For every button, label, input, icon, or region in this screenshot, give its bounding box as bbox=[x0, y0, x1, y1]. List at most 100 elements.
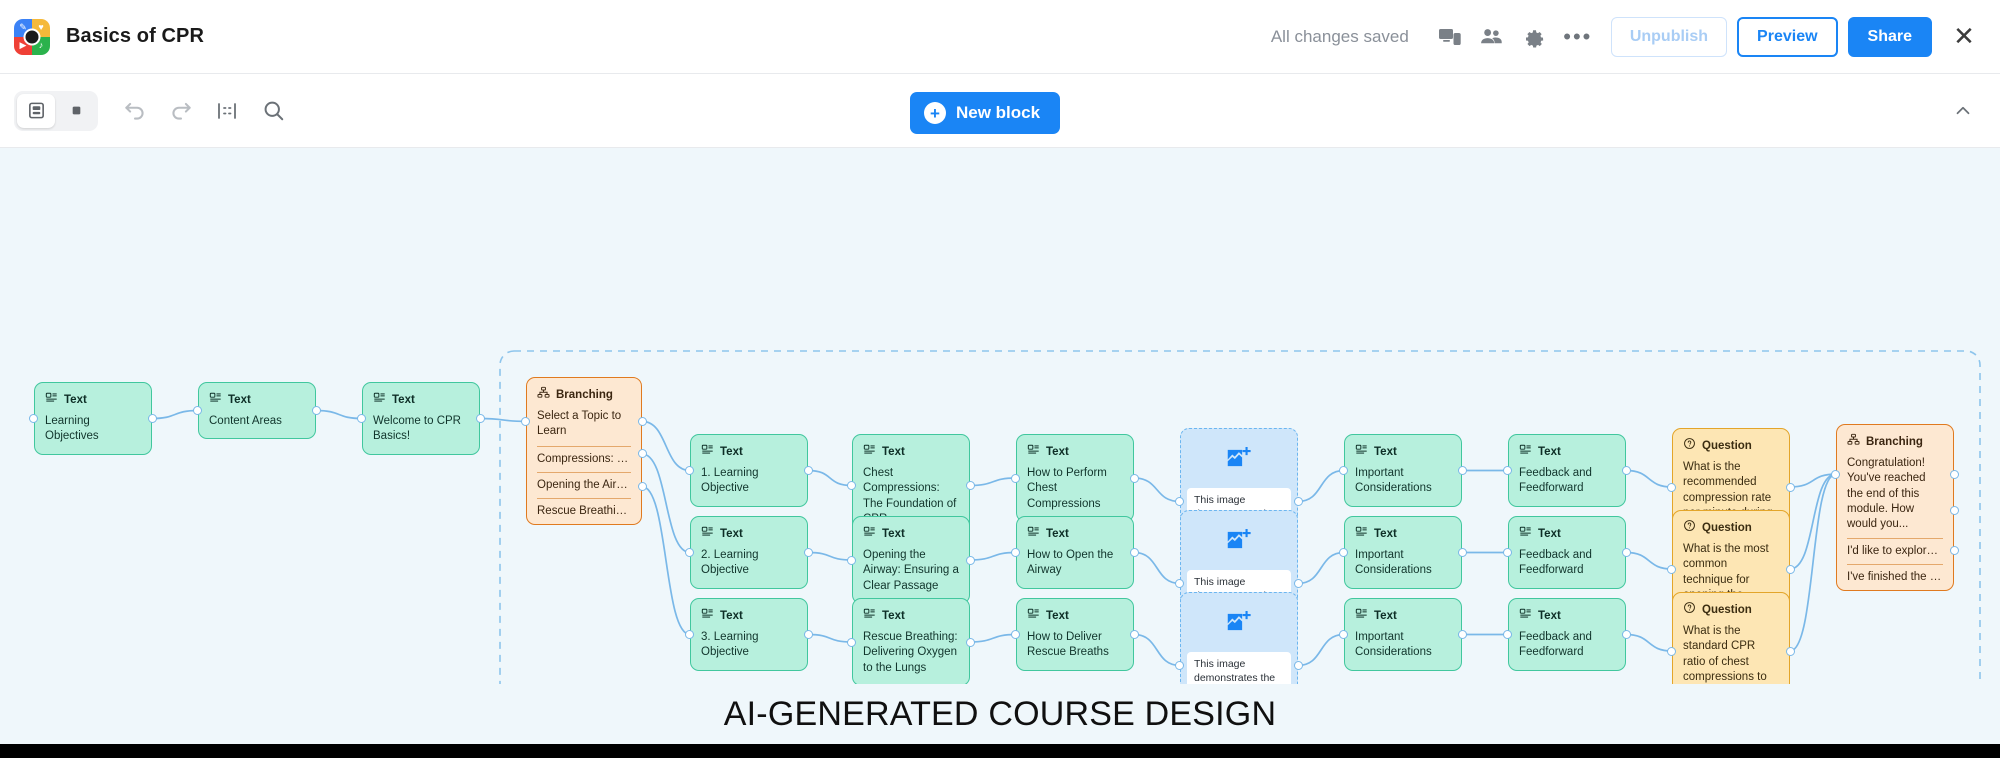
node-output-port[interactable] bbox=[1786, 482, 1795, 492]
text-icon bbox=[1519, 525, 1532, 543]
node-input-port[interactable] bbox=[1011, 630, 1020, 639]
flow-node-branching[interactable]: Branching Select a Topic to Learn Compress… bbox=[526, 377, 642, 526]
node-input-port[interactable] bbox=[1667, 564, 1676, 574]
node-output-port[interactable] bbox=[1294, 497, 1303, 506]
node-input-port[interactable] bbox=[1175, 661, 1184, 670]
node-output-port[interactable] bbox=[966, 481, 975, 490]
node-output-port[interactable] bbox=[1786, 646, 1795, 656]
flow-node-text[interactable]: Text Important Considerations bbox=[1344, 598, 1462, 671]
node-input-port[interactable] bbox=[847, 555, 856, 565]
text-icon bbox=[701, 607, 714, 625]
node-output-port[interactable] bbox=[1458, 630, 1467, 639]
flow-node-text[interactable]: Text Welcome to CPR Basics! bbox=[362, 382, 480, 455]
flow-node-text[interactable]: Text Feedback and Feedforward bbox=[1508, 598, 1626, 671]
branch-option[interactable]: Opening the Airway: Ens... bbox=[537, 471, 631, 498]
node-input-port[interactable] bbox=[847, 481, 856, 490]
branch-option[interactable]: Compressions: The Foun... bbox=[537, 445, 631, 472]
redo-icon[interactable] bbox=[158, 88, 204, 134]
flow-node-text[interactable]: Text 2. Learning Objective bbox=[690, 516, 808, 589]
node-input-port[interactable] bbox=[29, 414, 38, 423]
flow-node-text[interactable]: Text Important Considerations bbox=[1344, 516, 1462, 589]
search-icon[interactable] bbox=[250, 88, 296, 134]
node-input-port[interactable] bbox=[1503, 630, 1512, 639]
devices-preview-icon[interactable] bbox=[1429, 16, 1471, 58]
node-output-port[interactable] bbox=[148, 414, 157, 423]
unpublish-button[interactable]: Unpublish bbox=[1610, 16, 1728, 57]
compact-view-toggle[interactable] bbox=[57, 94, 95, 128]
node-output-port[interactable] bbox=[1130, 630, 1139, 639]
flow-node-text[interactable]: Text Opening the Airway: Ensuring a Clear… bbox=[852, 516, 970, 604]
node-output-port[interactable] bbox=[804, 630, 813, 639]
gear-icon[interactable] bbox=[1513, 16, 1555, 58]
node-body-text: 3. Learning Objective bbox=[701, 631, 759, 659]
flow-canvas[interactable]: Text Learning Objectives Text Content Areas… bbox=[0, 148, 2000, 732]
flow-node-text[interactable]: Text How to Deliver Rescue Breaths bbox=[1016, 598, 1134, 671]
node-output-port[interactable] bbox=[1622, 630, 1631, 639]
undo-icon[interactable] bbox=[112, 88, 158, 134]
node-input-port[interactable] bbox=[521, 416, 530, 426]
node-output-port[interactable] bbox=[1622, 548, 1631, 557]
node-output-port[interactable] bbox=[1622, 466, 1631, 475]
node-input-port[interactable] bbox=[1831, 469, 1840, 479]
flow-node-text[interactable]: Text How to Open the Airway bbox=[1016, 516, 1134, 589]
node-input-port[interactable] bbox=[1667, 646, 1676, 656]
more-options-icon[interactable]: ••• bbox=[1555, 16, 1601, 58]
node-output-port[interactable] bbox=[312, 406, 321, 415]
node-output-port[interactable] bbox=[1458, 548, 1467, 557]
node-input-port[interactable] bbox=[1175, 497, 1184, 506]
node-output-port[interactable] bbox=[1950, 469, 1959, 479]
flow-node-text[interactable]: Text How to Perform Chest Compressions bbox=[1016, 434, 1134, 522]
question-icon bbox=[1683, 519, 1696, 537]
node-input-port[interactable] bbox=[847, 637, 856, 647]
node-input-port[interactable] bbox=[1339, 548, 1348, 557]
node-output-port[interactable] bbox=[804, 466, 813, 475]
node-input-port[interactable] bbox=[1011, 548, 1020, 557]
flow-node-text[interactable]: Text Rescue Breathing: Delivering Oxygen … bbox=[852, 598, 970, 686]
preview-button[interactable]: Preview bbox=[1737, 16, 1838, 57]
node-input-port[interactable] bbox=[1667, 482, 1676, 492]
flow-node-text[interactable]: Text Content Areas bbox=[198, 382, 316, 440]
node-output-port[interactable] bbox=[804, 548, 813, 557]
flow-node-text[interactable]: Text Feedback and Feedforward bbox=[1508, 516, 1626, 589]
node-input-port[interactable] bbox=[357, 414, 366, 423]
node-input-port[interactable] bbox=[685, 548, 694, 557]
flow-node-text[interactable]: Text 3. Learning Objective bbox=[690, 598, 808, 671]
new-block-button[interactable]: + New block bbox=[910, 92, 1061, 134]
close-icon[interactable]: ✕ bbox=[1944, 17, 1984, 57]
node-output-port[interactable] bbox=[1294, 579, 1303, 588]
node-output-port[interactable] bbox=[1786, 564, 1795, 574]
node-output-port[interactable] bbox=[638, 416, 647, 426]
node-input-port[interactable] bbox=[1339, 630, 1348, 639]
flow-node-text[interactable]: Text Learning Objectives bbox=[34, 382, 152, 455]
node-input-port[interactable] bbox=[1011, 473, 1020, 483]
share-button[interactable]: Share bbox=[1847, 16, 1932, 57]
node-output-port[interactable] bbox=[966, 555, 975, 565]
node-output-port[interactable] bbox=[1294, 661, 1303, 670]
branch-option[interactable]: I've finished the training. bbox=[1847, 564, 1943, 590]
node-input-port[interactable] bbox=[193, 406, 202, 415]
auto-layout-icon[interactable] bbox=[204, 88, 250, 134]
node-output-port[interactable] bbox=[1130, 548, 1139, 557]
node-output-port[interactable] bbox=[966, 637, 975, 647]
node-input-port[interactable] bbox=[685, 630, 694, 639]
node-output-port[interactable] bbox=[1458, 466, 1467, 475]
flow-node-text[interactable]: Text Feedback and Feedforward bbox=[1508, 434, 1626, 507]
collaborators-icon[interactable] bbox=[1471, 16, 1513, 58]
card-view-toggle[interactable] bbox=[17, 93, 55, 128]
branch-option[interactable]: I'd like to explore the oth... bbox=[1847, 538, 1943, 564]
branch-option[interactable]: Rescue Breathing: Delive... bbox=[537, 497, 631, 524]
node-output-port[interactable] bbox=[476, 414, 485, 423]
flow-node-text[interactable]: Text Important Considerations bbox=[1344, 434, 1462, 507]
node-input-port[interactable] bbox=[1503, 548, 1512, 557]
node-input-port[interactable] bbox=[1175, 579, 1184, 588]
flow-node-text[interactable]: Text 1. Learning Objective bbox=[690, 434, 808, 507]
flow-node-branching[interactable]: Branching Congratulation! You've reached … bbox=[1836, 424, 1954, 592]
chevron-up-icon[interactable] bbox=[1952, 100, 1974, 122]
node-output-port[interactable] bbox=[638, 482, 647, 492]
node-input-port[interactable] bbox=[685, 466, 694, 475]
node-input-port[interactable] bbox=[1503, 466, 1512, 475]
node-output-port[interactable] bbox=[1130, 473, 1139, 483]
node-type-label: Text bbox=[373, 391, 469, 409]
text-icon bbox=[1355, 443, 1368, 461]
node-input-port[interactable] bbox=[1339, 466, 1348, 475]
